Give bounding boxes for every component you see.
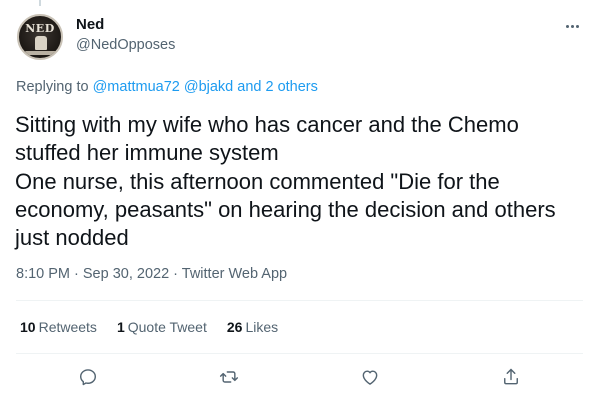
retweets-count: 10: [20, 319, 36, 335]
thread-connector-line: [39, 0, 41, 6]
like-button[interactable]: [358, 365, 382, 389]
share-icon: [504, 368, 518, 385]
retweet-icon: [219, 371, 239, 383]
tweet-text: Sitting with my wife who has cancer and …: [15, 111, 587, 252]
tweet-line: just nodded: [15, 225, 129, 251]
likes-count: 26: [226, 319, 243, 335]
divider: [16, 353, 583, 354]
share-button[interactable]: [499, 365, 523, 389]
dot: [570, 24, 574, 28]
avatar-ribbon: [25, 51, 57, 55]
quote-tweets-stat[interactable]: 1 Quote Tweet: [117, 319, 207, 335]
reply-button[interactable]: [76, 365, 100, 389]
likes-stat[interactable]: 26 Likes: [227, 319, 278, 335]
divider: [16, 300, 583, 301]
heart-icon: [362, 370, 378, 385]
speech-bubble-icon: [80, 369, 96, 386]
replying-mentions-link[interactable]: @mattmua72 @bjakd and 2 others: [93, 79, 318, 95]
engagement-stats: 10 Retweets 1 Quote Tweet 26 Likes: [20, 319, 298, 335]
tweet-line: Sitting with my wife who has cancer and …: [15, 112, 519, 137]
replying-to: Replying to @mattmua72 @bjakd and 2 othe…: [16, 79, 318, 95]
tweet-line: stuffed her immune system: [15, 140, 279, 166]
likes-label: Likes: [245, 319, 279, 335]
tweet-timestamp[interactable]: 8:10 PM · Sep 30, 2022 · Twitter Web App: [16, 266, 287, 282]
more-options-icon[interactable]: [562, 16, 582, 36]
dot: [565, 24, 569, 28]
retweet-button[interactable]: [217, 365, 241, 389]
author-display-name[interactable]: Ned: [76, 16, 104, 33]
retweets-label: Retweets: [38, 319, 97, 335]
avatar-logo-text: NED: [25, 22, 55, 35]
dot: [575, 24, 579, 28]
replying-prefix: Replying to: [16, 79, 93, 95]
tweet-line: One nurse, this afternoon commented "Die…: [15, 168, 500, 194]
retweets-stat[interactable]: 10 Retweets: [20, 319, 97, 335]
avatar[interactable]: NED: [17, 14, 63, 60]
tweet-actions-bar: [16, 365, 583, 389]
author-handle[interactable]: @NedOpposes: [76, 37, 175, 53]
avatar-figure: [35, 36, 47, 50]
quote-tweets-label: Quote Tweet: [127, 319, 207, 335]
quote-tweets-count: 1: [116, 319, 125, 335]
tweet-line: economy, peasants" on hearing the decisi…: [15, 196, 556, 222]
